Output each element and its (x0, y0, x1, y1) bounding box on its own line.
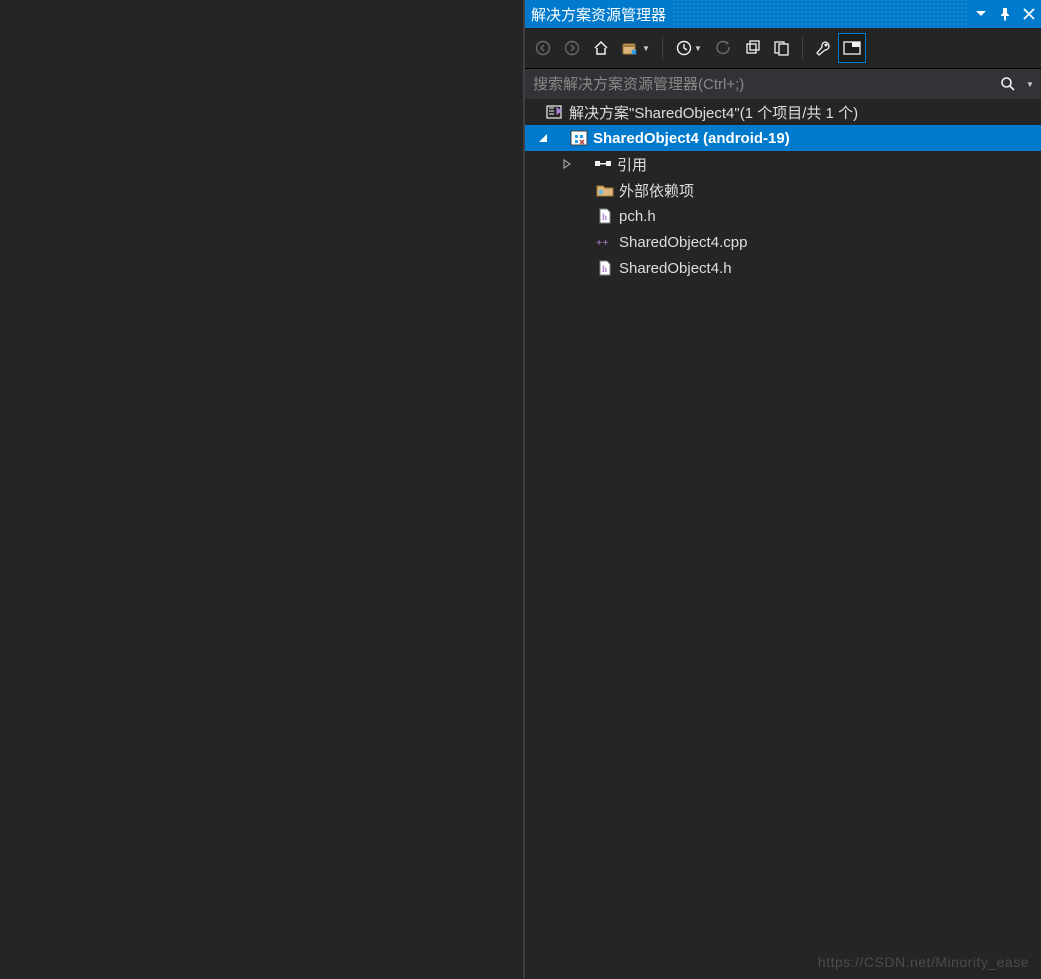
tree-node-references[interactable]: 引用 (525, 151, 1041, 177)
expander-closed-icon[interactable] (559, 156, 575, 172)
nav-back-button[interactable] (529, 33, 557, 63)
search-row: ▼ (525, 69, 1041, 99)
tree-node-label: 引用 (613, 154, 647, 175)
tree-node-file[interactable]: h pch.h (525, 203, 1041, 229)
panel-toolbar: ▼ ▼ (525, 28, 1041, 69)
tree-node-label: SharedObject4 (android-19) (589, 130, 790, 147)
tree-node-file[interactable]: ++ SharedObject4.cpp (525, 229, 1041, 255)
svg-text:h: h (602, 212, 607, 222)
toolbar-separator (802, 37, 803, 59)
editor-area (0, 0, 523, 978)
cpp-file-icon: ++ (595, 234, 615, 250)
preview-selected-button[interactable] (838, 33, 866, 63)
pending-changes-filter-button[interactable]: ▼ (669, 33, 709, 63)
solution-explorer-panel: 解决方案资源管理器 (523, 0, 1041, 978)
svg-text:h: h (602, 264, 607, 274)
solution-tree[interactable]: 解决方案"SharedObject4"(1 个项目/共 1 个) SharedO… (525, 99, 1041, 979)
header-file-icon: h (595, 208, 615, 224)
chevron-down-icon: ▼ (694, 44, 702, 53)
tree-node-label: SharedObject4.h (615, 260, 732, 277)
sync-button[interactable] (710, 33, 738, 63)
expander-open-icon[interactable] (535, 130, 551, 146)
panel-window-controls (969, 0, 1041, 28)
watermark: https://CSDN.net/Minority_ease (818, 954, 1029, 970)
tree-node-solution[interactable]: 解决方案"SharedObject4"(1 个项目/共 1 个) (525, 99, 1041, 125)
pin-button[interactable] (993, 0, 1017, 28)
panel-drag-handle[interactable] (672, 0, 967, 28)
toolbar-separator (662, 37, 663, 59)
header-file-icon: h (595, 260, 615, 276)
references-icon (593, 156, 613, 172)
nav-forward-button[interactable] (558, 33, 586, 63)
project-icon (569, 130, 589, 146)
close-button[interactable] (1017, 0, 1041, 28)
panel-title: 解决方案资源管理器 (531, 4, 670, 25)
search-input[interactable] (525, 69, 993, 99)
collapse-all-button[interactable] (739, 33, 767, 63)
tree-node-file[interactable]: h SharedObject4.h (525, 255, 1041, 281)
panel-title-bar[interactable]: 解决方案资源管理器 (525, 0, 1041, 28)
solution-icon (545, 104, 565, 120)
tree-node-external-deps[interactable]: 外部依赖项 (525, 177, 1041, 203)
search-options-dropdown[interactable]: ▼ (1023, 80, 1041, 89)
tree-node-label: 解决方案"SharedObject4"(1 个项目/共 1 个) (565, 102, 858, 123)
svg-text:++: ++ (596, 237, 609, 249)
chevron-down-icon: ▼ (642, 44, 650, 53)
tree-node-label: pch.h (615, 208, 656, 225)
scope-button[interactable]: ▼ (616, 33, 656, 63)
search-button[interactable] (993, 69, 1023, 99)
show-all-files-button[interactable] (768, 33, 796, 63)
properties-button[interactable] (809, 33, 837, 63)
folder-icon (595, 182, 615, 198)
tree-node-label: SharedObject4.cpp (615, 234, 747, 251)
tree-node-project[interactable]: SharedObject4 (android-19) (525, 125, 1041, 151)
panel-dropdown-button[interactable] (969, 0, 993, 28)
home-button[interactable] (587, 33, 615, 63)
tree-node-label: 外部依赖项 (615, 180, 694, 201)
